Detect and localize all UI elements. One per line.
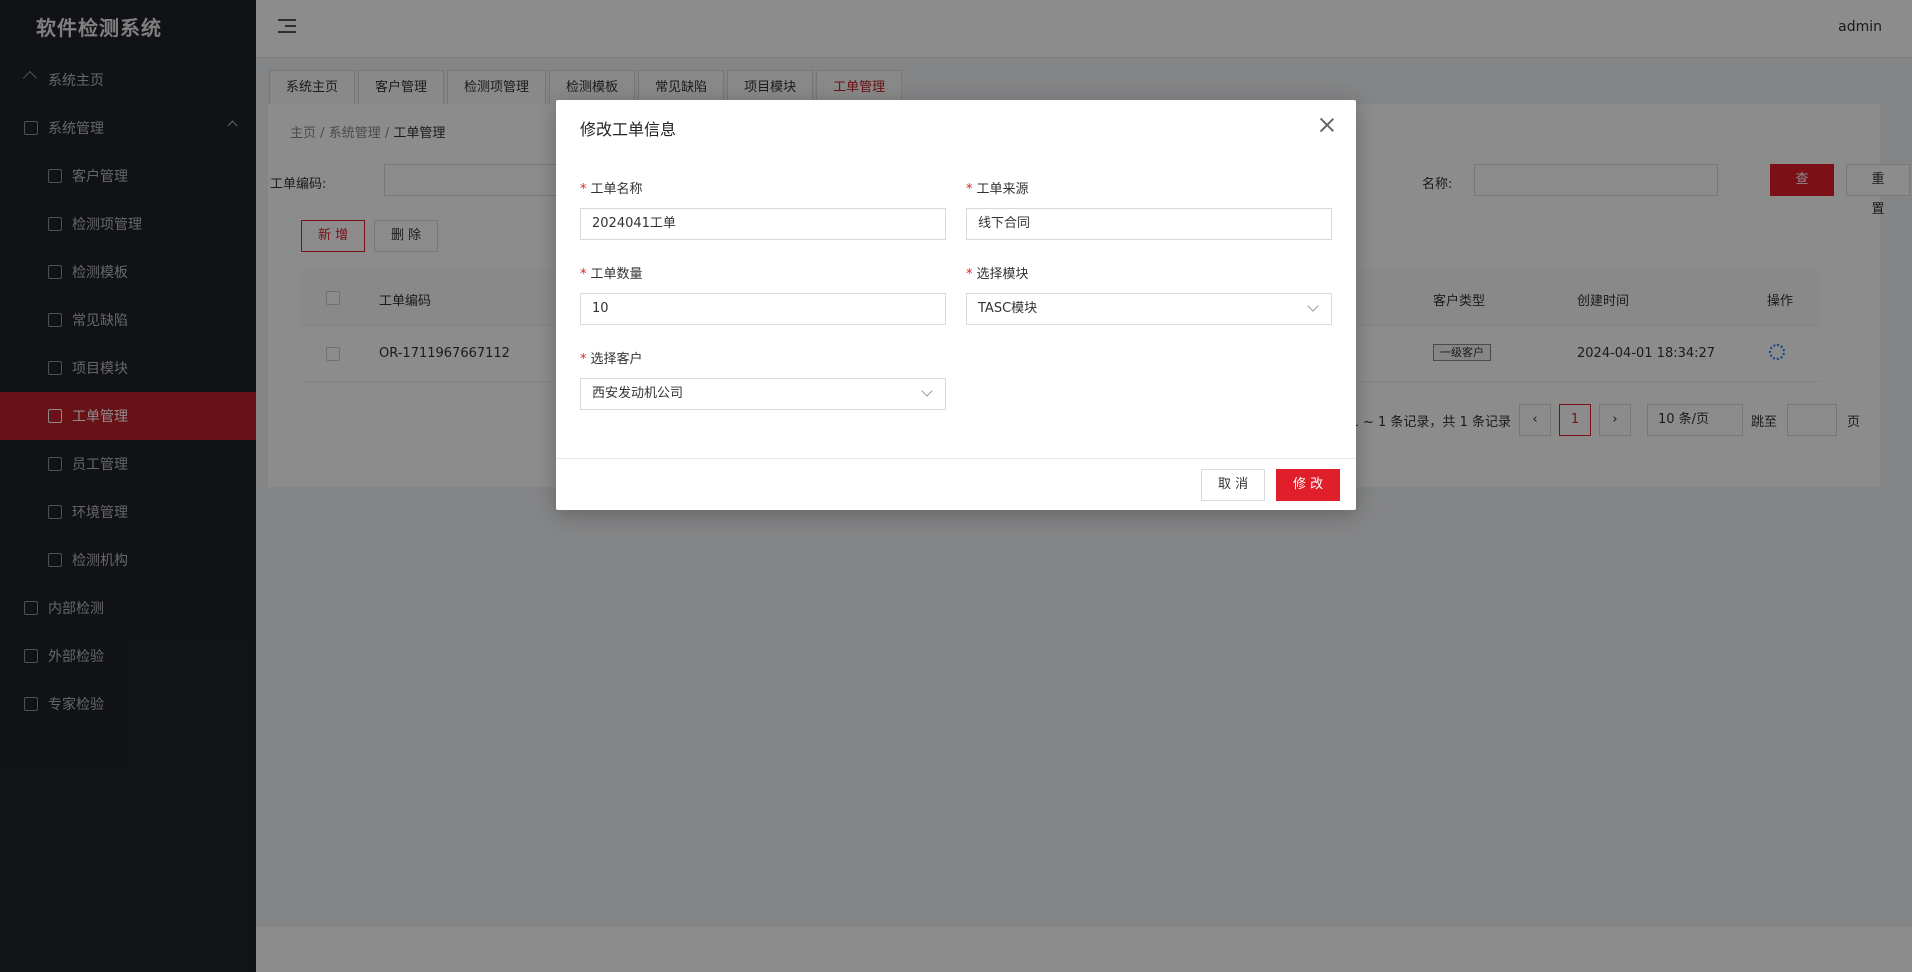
field-module: * 选择模块 TASC模块 [966, 263, 1332, 325]
dialog-title: 修改工单信息 [580, 120, 677, 139]
field-customer: * 选择客户 西安发动机公司 [580, 348, 946, 410]
work-order-source-input[interactable]: 线下合同 [966, 208, 1332, 240]
work-order-name-input[interactable]: 2024041工单 [580, 208, 946, 240]
field-quantity: * 工单数量 10 [580, 263, 946, 325]
chevron-down-icon [921, 385, 933, 397]
close-icon[interactable] [1320, 118, 1334, 132]
module-select[interactable]: TASC模块 [966, 293, 1332, 325]
cancel-button[interactable]: 取 消 [1201, 469, 1266, 501]
dialog-footer: 取 消 修 改 [556, 458, 1356, 510]
field-source: * 工单来源 线下合同 [966, 178, 1332, 240]
work-order-quantity-input[interactable]: 10 [580, 293, 946, 325]
customer-select[interactable]: 西安发动机公司 [580, 378, 946, 410]
field-name: * 工单名称 2024041工单 [580, 178, 946, 240]
submit-button[interactable]: 修 改 [1276, 469, 1341, 501]
chevron-down-icon [1307, 300, 1319, 312]
edit-work-order-dialog: 修改工单信息 * 工单名称 2024041工单 * 工单来源 线下合同 * 工单数量 … [556, 100, 1356, 510]
